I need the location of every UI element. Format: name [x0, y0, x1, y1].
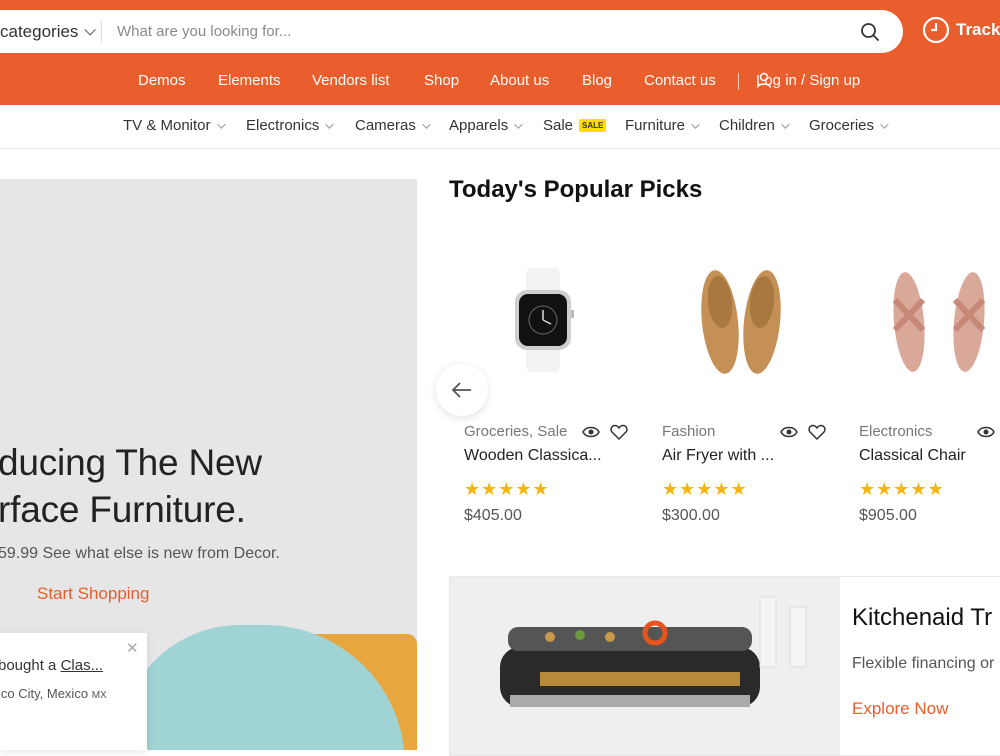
login-label: Log in / Sign up [756, 72, 861, 89]
rating-stars: ★★★★★ [662, 479, 748, 499]
product-actions [977, 423, 995, 441]
search-input[interactable] [117, 10, 817, 53]
eye-icon[interactable] [977, 423, 995, 441]
login-signup-link[interactable]: Log in / Sign up [756, 72, 860, 89]
product-actions [780, 423, 826, 441]
explore-now-link[interactable]: Explore Now [852, 699, 948, 719]
cat-label: Children [719, 117, 775, 134]
chevron-down-icon [781, 119, 790, 129]
toast-location: ico City, Mexico MX [0, 686, 107, 701]
close-icon[interactable]: ✕ [126, 639, 139, 657]
track-label: Track [956, 20, 1000, 39]
cat-children[interactable]: Children [719, 117, 790, 134]
cat-cameras[interactable]: Cameras [355, 117, 431, 134]
nav-separator [738, 73, 739, 90]
nav-shop[interactable]: Shop [424, 72, 459, 89]
cat-label: Electronics [246, 117, 320, 134]
product-category[interactable]: Groceries, Sale [464, 423, 567, 440]
chevron-down-icon [691, 119, 700, 129]
product-actions [582, 423, 628, 441]
hero-title-line2: rface Furniture. [0, 489, 246, 530]
nav-vendors-list[interactable]: Vendors list [312, 72, 390, 89]
toast-location-text: ico City, Mexico [0, 686, 89, 701]
product-price: $905.00 [859, 507, 917, 524]
nav-blog[interactable]: Blog [582, 72, 612, 89]
toast-product-link[interactable]: Clas... [61, 657, 104, 674]
chevron-down-icon [880, 119, 889, 129]
sale-badge: SALE [579, 119, 607, 132]
promo-subtitle: Flexible financing or [852, 655, 995, 672]
arrow-left-icon [451, 382, 471, 398]
product-card[interactable]: Fashion Air Fryer with ... ★★★★★ $300.00 [662, 240, 852, 540]
clock-icon [922, 16, 950, 44]
cat-label: TV & Monitor [123, 117, 211, 134]
chevron-down-icon [514, 119, 523, 129]
main-nav: Demos Elements Vendors list Shop About u… [0, 72, 1000, 92]
heart-icon[interactable] [610, 423, 628, 441]
search-icon[interactable] [860, 22, 880, 42]
product-price: $300.00 [662, 507, 720, 524]
cat-label: Furniture [625, 117, 686, 134]
product-image-watch [515, 268, 574, 372]
cat-label: Groceries [809, 117, 875, 134]
nav-about-us[interactable]: About us [490, 72, 549, 89]
heart-icon[interactable] [808, 423, 826, 441]
product-name[interactable]: Wooden Classica... [464, 447, 614, 465]
cat-label: Apparels [449, 117, 509, 134]
cat-electronics[interactable]: Electronics [246, 117, 335, 134]
search-divider [101, 21, 102, 42]
eye-icon[interactable] [582, 423, 600, 441]
popular-picks-title: Today's Popular Picks [449, 176, 703, 203]
nav-elements[interactable]: Elements [218, 72, 281, 89]
cat-label: Cameras [355, 117, 416, 134]
product-image-sandals [892, 272, 986, 372]
toast-prefix: bought a [0, 657, 61, 674]
eye-icon[interactable] [780, 423, 798, 441]
category-nav: TV & Monitor Electronics Cameras Apparel… [0, 105, 1000, 149]
product-image-loafers [701, 270, 781, 374]
product-category[interactable]: Fashion [662, 423, 715, 440]
cat-apparels[interactable]: Apparels [449, 117, 523, 134]
cat-groceries[interactable]: Groceries [809, 117, 889, 134]
chevron-down-icon [84, 23, 97, 36]
track-order-link[interactable]: Track [922, 16, 1000, 44]
product-price: $405.00 [464, 507, 522, 524]
cat-label: Sale [543, 117, 574, 134]
toast-country-code: MX [91, 690, 107, 701]
product-category[interactable]: Electronics [859, 423, 932, 440]
nav-contact-us[interactable]: Contact us [644, 72, 716, 89]
toast-text: bought a Clas... [0, 657, 133, 674]
rating-stars: ★★★★★ [859, 479, 945, 499]
header: categories Track Demos Elements Vendors … [0, 0, 1000, 105]
product-card[interactable]: Groceries, Sale Wooden Classica... ★★★★★… [464, 240, 654, 540]
cat-sale[interactable]: Sale SALE [543, 117, 607, 134]
search-bar: categories [0, 10, 903, 53]
cat-furniture[interactable]: Furniture [625, 117, 700, 134]
promo-banner-kitchenaid: Kitchenaid Tr Flexible financing or Expl… [449, 576, 1000, 756]
hero-subtitle: 59.99 See what else is new from Decor. [0, 545, 280, 562]
chevron-down-icon [216, 119, 226, 129]
start-shopping-link[interactable]: Start Shopping [37, 584, 149, 604]
chevron-down-icon [325, 119, 335, 129]
rating-stars: ★★★★★ [464, 479, 550, 499]
promo-title: Kitchenaid Tr [852, 604, 993, 631]
recent-purchase-toast: ✕ bought a Clas... ico City, Mexico MX [0, 633, 147, 750]
category-dropdown[interactable]: categories [0, 10, 97, 53]
hero-title-line1: ducing The New [0, 442, 262, 483]
carousel-prev-button[interactable] [436, 364, 488, 416]
product-card[interactable]: Electronics Classical Chair ★★★★★ $905.0… [859, 240, 1000, 540]
product-name[interactable]: Air Fryer with ... [662, 447, 812, 465]
nav-demos[interactable]: Demos [138, 72, 186, 89]
category-dropdown-label: categories [0, 21, 79, 41]
promo-image-grill [450, 577, 840, 755]
cat-tv-monitor[interactable]: TV & Monitor [123, 117, 226, 134]
product-name[interactable]: Classical Chair [859, 447, 1000, 465]
chevron-down-icon [422, 119, 431, 129]
